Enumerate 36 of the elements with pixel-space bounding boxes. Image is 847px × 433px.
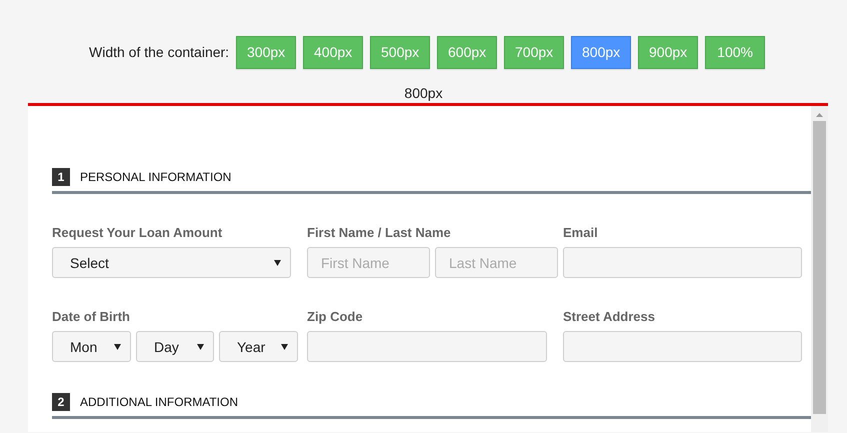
text-field[interactable] [563,331,802,362]
select-dropdown[interactable]: Mon [52,331,131,362]
field-label: Request Your Loan Amount [52,225,224,240]
width-button[interactable]: 600px [437,36,498,68]
section-title: PERSONAL INFORMATION [80,170,232,184]
width-button[interactable]: 300px [236,36,296,68]
width-button[interactable]: 500px [370,36,430,68]
field-label: Zip Code [307,309,364,324]
scroll-thumb[interactable] [813,121,826,414]
caret-icon [114,344,121,350]
text-field[interactable] [563,247,802,278]
width-button[interactable]: 700px [504,36,564,68]
section-title: ADDITIONAL INFORMATION [80,395,238,409]
toolbar-label: Width of the container: [89,44,230,60]
text-field[interactable]: First Name [307,247,430,278]
caret-icon [197,344,204,350]
field-label: Email [563,225,599,240]
scrollbar[interactable] [811,106,828,432]
text-field[interactable] [307,331,547,362]
width-button[interactable]: 800px [571,36,632,68]
scroll-up-icon[interactable] [816,113,823,117]
select-dropdown[interactable]: Select [52,247,291,278]
select-dropdown[interactable]: Day [136,331,214,362]
width-button[interactable]: 900px [638,36,698,68]
caret-icon [281,344,288,350]
text-field[interactable]: Last Name [435,247,558,278]
select-dropdown[interactable]: Year [219,331,298,362]
caret-icon [274,260,281,266]
field-label: First Name / Last Name [307,225,452,240]
section-number: 1 [52,168,70,186]
width-caption: 800px [404,85,443,101]
field-label: Street Address [563,309,656,324]
field-label: Date of Birth [52,309,131,324]
section-number: 2 [52,393,70,411]
width-button[interactable]: 100% [705,36,766,68]
width-button[interactable]: 400px [303,36,364,68]
